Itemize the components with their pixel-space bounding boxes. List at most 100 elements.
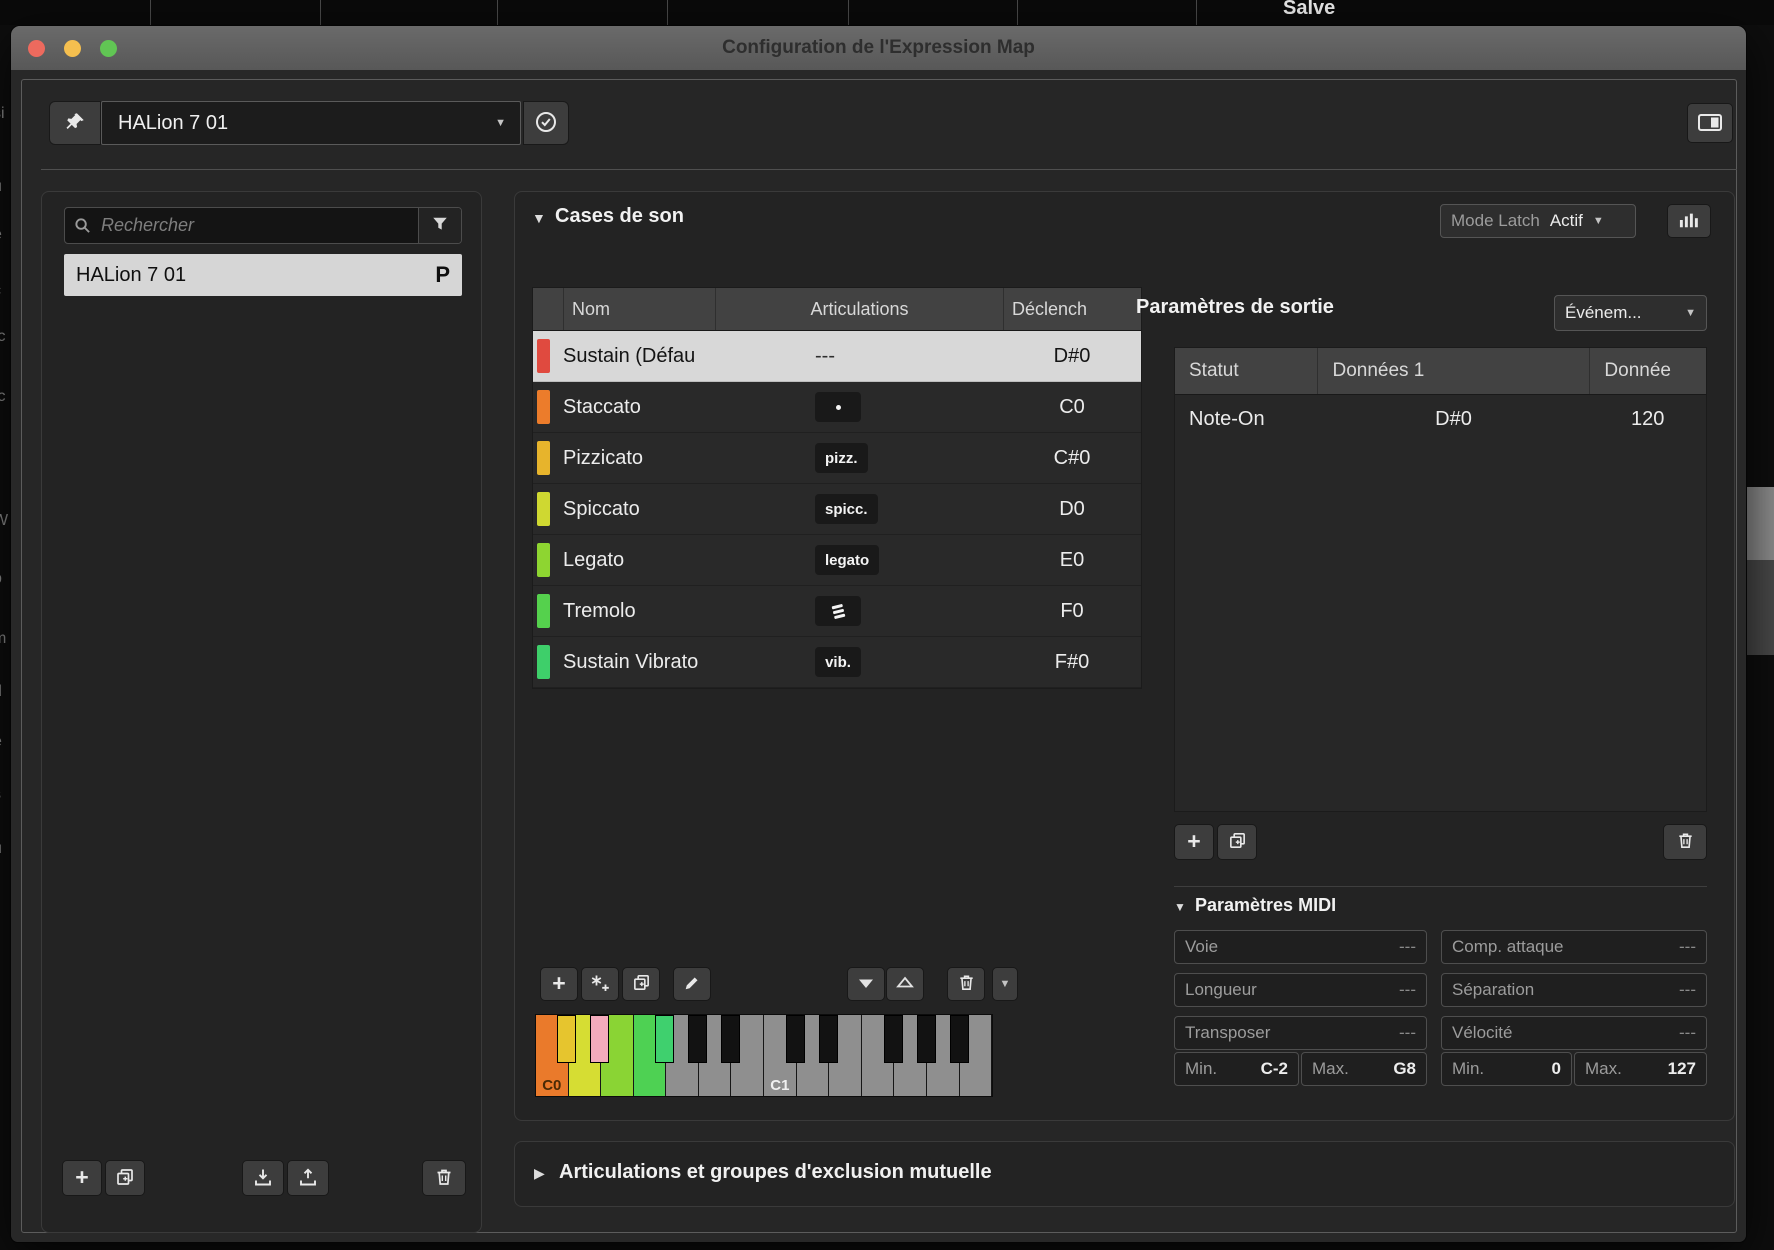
move-slot-up-button[interactable] [886, 967, 924, 1001]
import-map-button[interactable] [242, 1160, 284, 1196]
piano-key-Gs0[interactable] [688, 1015, 707, 1063]
add-map-button[interactable]: + [62, 1160, 102, 1196]
export-map-button[interactable] [287, 1160, 329, 1196]
close-button[interactable] [28, 40, 45, 57]
tremolo-icon [831, 603, 845, 618]
delete-slot-button[interactable] [947, 967, 985, 1001]
sound-slot-row[interactable]: Spiccato spicc. D0 [533, 484, 1141, 535]
generate-icon [589, 973, 611, 996]
slot-name: Tremolo [563, 600, 715, 623]
map-list-item[interactable]: HALion 7 01 P [64, 254, 462, 296]
midi-field-velocity-min[interactable]: Min. 0 [1441, 1052, 1572, 1086]
slot-color-cell [533, 339, 563, 373]
slot-name: Spiccato [563, 498, 715, 521]
midi-field-attack[interactable]: Comp. attaque --- [1441, 930, 1707, 964]
midi-field-transpose[interactable]: Transposer --- [1174, 1016, 1427, 1050]
edge-fragment: m [0, 630, 6, 648]
remote-keys-button[interactable] [1667, 204, 1711, 238]
piano-key-As1[interactable] [950, 1015, 969, 1063]
slot-articulation-cell [715, 596, 1003, 626]
slot-menu-button[interactable]: ▼ [992, 967, 1018, 1001]
articulation-badge: spicc. [815, 494, 878, 524]
piano-key-Fs1[interactable] [884, 1015, 903, 1063]
slot-color-chip [537, 339, 550, 373]
minimize-button[interactable] [64, 40, 81, 57]
sound-slot-row[interactable]: Sustain Vibrato vib. F#0 [533, 637, 1141, 688]
slot-articulation-cell: --- [715, 345, 1003, 368]
articulation-badge: legato [815, 545, 879, 575]
map-name: HALion 7 01 [76, 264, 435, 287]
delete-event-button[interactable] [1663, 824, 1707, 860]
strip-divider [1196, 0, 1197, 25]
column-header-data2: Donnée [1589, 348, 1706, 394]
piano-key-As0[interactable] [721, 1015, 740, 1063]
midi-field-length[interactable]: Longueur --- [1174, 973, 1427, 1007]
field-value: --- [1679, 937, 1696, 957]
duplicate-map-button[interactable] [105, 1160, 145, 1196]
pin-button[interactable] [49, 101, 101, 145]
piano-key-Ds0[interactable] [590, 1015, 609, 1063]
midi-field-note-min[interactable]: Min. C-2 [1174, 1052, 1299, 1086]
arrow-up-icon [896, 976, 914, 993]
piano-key-Gs1[interactable] [917, 1015, 936, 1063]
midi-field-voice[interactable]: Voie --- [1174, 930, 1427, 964]
generate-slots-button[interactable] [581, 967, 619, 1001]
search-input[interactable] [99, 214, 418, 237]
sound-slot-row[interactable]: Legato legato E0 [533, 535, 1141, 586]
sidebar-toggle-button[interactable] [1687, 103, 1733, 143]
output-event-row[interactable]: Note-On D#0 120 [1175, 395, 1706, 443]
piano-key-Ds1[interactable] [819, 1015, 838, 1063]
edge-fragment: u [0, 178, 2, 196]
midi-field-velocity-max[interactable]: Max. 127 [1574, 1052, 1707, 1086]
map-selector[interactable]: HALion 7 01 ▼ [101, 101, 521, 145]
sound-slot-row[interactable]: Pizzicato pizz. C#0 [533, 433, 1141, 484]
zoom-button[interactable] [100, 40, 117, 57]
trigger-keyboard[interactable]: C0 C1 [535, 1014, 993, 1097]
filter-icon [431, 215, 449, 236]
add-slot-button[interactable]: + [540, 967, 578, 1001]
field-value: C-2 [1261, 1059, 1288, 1079]
sound-slot-row[interactable]: Sustain (Défau --- D#0 [533, 331, 1141, 382]
piano-key-Cs1[interactable] [786, 1015, 805, 1063]
filter-button[interactable] [419, 208, 461, 243]
confirm-button[interactable] [523, 101, 569, 145]
strip-divider [497, 0, 498, 25]
duplicate-event-button[interactable] [1217, 824, 1257, 860]
slot-color-chip [537, 390, 550, 424]
latch-mode-value: Actif [1550, 211, 1583, 231]
slot-articulation-cell: pizz. [715, 443, 1003, 473]
expand-triangle-icon[interactable]: ▶ [534, 1166, 545, 1180]
piano-key-Cs0[interactable] [557, 1015, 576, 1063]
midi-params-title: Paramètres MIDI [1195, 895, 1336, 916]
collapse-triangle-icon[interactable]: ▼ [1174, 901, 1186, 913]
latch-mode-dropdown[interactable]: Mode Latch Actif ▼ [1440, 204, 1636, 238]
strip-divider [848, 0, 849, 25]
move-slot-down-button[interactable] [847, 967, 885, 1001]
field-value: --- [1399, 937, 1416, 957]
sound-slot-row[interactable]: Staccato C0 [533, 382, 1141, 433]
add-event-button[interactable]: + [1174, 824, 1214, 860]
slot-trigger-note: D0 [1003, 498, 1141, 521]
duplicate-slot-button[interactable] [622, 967, 660, 1001]
preset-badge: P [435, 262, 450, 288]
strip-divider [320, 0, 321, 25]
collapse-triangle-icon[interactable]: ▼ [532, 211, 546, 225]
field-label: Min. [1185, 1059, 1217, 1079]
piano-key-Fs0[interactable] [655, 1015, 674, 1063]
check-circle-icon [534, 110, 558, 137]
event-type-dropdown[interactable]: Événem... ▼ [1554, 295, 1707, 331]
articulations-section[interactable]: ▶ Articulations et groupes d'exclusion m… [514, 1141, 1735, 1207]
import-icon [253, 1167, 273, 1190]
delete-map-button[interactable] [422, 1160, 466, 1196]
window-titlebar: Configuration de l'Expression Map [11, 26, 1746, 71]
midi-field-note-max[interactable]: Max. G8 [1301, 1052, 1427, 1086]
map-selector-value: HALion 7 01 [118, 112, 228, 135]
midi-field-velocity[interactable]: Vélocité --- [1441, 1016, 1707, 1050]
background-scrollbar [1747, 487, 1774, 560]
edit-slot-button[interactable] [673, 967, 711, 1001]
sound-slot-row[interactable]: Tremolo F0 [533, 586, 1141, 637]
output-params-title: Paramètres de sortie [1115, 296, 1355, 319]
midi-field-separation[interactable]: Séparation --- [1441, 973, 1707, 1007]
midi-separator [1174, 886, 1707, 887]
strip-divider [1017, 0, 1018, 25]
